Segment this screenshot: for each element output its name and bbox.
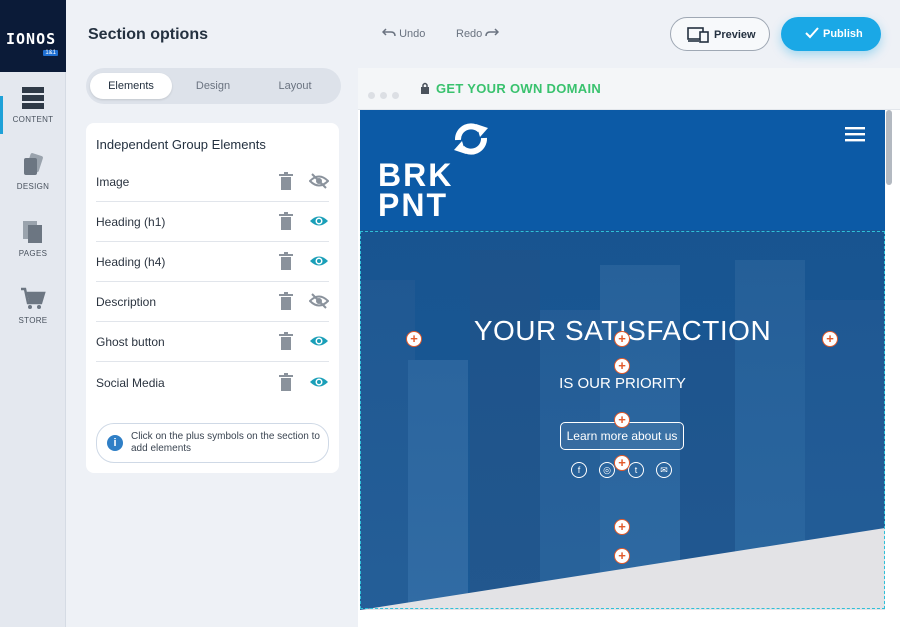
logo-badge: 1&1 [43, 50, 58, 56]
devices-icon [687, 27, 709, 43]
trash-icon[interactable] [278, 172, 294, 190]
window-dots [368, 86, 404, 104]
trash-icon[interactable] [278, 212, 294, 230]
hint-box: i Click on the plus symbols on the secti… [96, 423, 329, 463]
element-label: Description [96, 295, 157, 309]
undo-button[interactable]: Undo [381, 28, 426, 40]
add-element-plus-icon[interactable]: + [822, 331, 838, 347]
trash-icon[interactable] [278, 252, 294, 270]
cart-icon [21, 287, 46, 309]
element-label: Heading (h4) [96, 255, 166, 269]
element-label: Social Media [96, 376, 165, 390]
eye-icon[interactable] [309, 212, 329, 230]
refresh-logo-icon [454, 123, 488, 155]
site-logo-line1: BRK [378, 157, 454, 193]
undo-icon [381, 28, 396, 37]
get-domain-link[interactable]: GET YOUR OWN DOMAIN [436, 81, 601, 96]
site-logo-line2: PNT [378, 187, 448, 223]
rail-item-content[interactable]: CONTENT [0, 84, 66, 144]
hero-subheading[interactable]: IS OUR PRIORITY [360, 375, 885, 392]
rail-item-store[interactable]: STORE [0, 285, 66, 345]
logo-text: IONOS [6, 30, 57, 48]
rail-item-pages[interactable]: PAGES [0, 218, 66, 278]
email-icon[interactable]: ✉ [656, 462, 672, 478]
trash-icon[interactable] [278, 373, 294, 391]
panel-tabs: Elements Design Layout [86, 68, 341, 104]
preview-button[interactable]: Preview [670, 17, 770, 51]
check-icon [805, 27, 819, 39]
element-row-heading-h4: Heading (h4) [96, 242, 329, 282]
eye-hidden-icon[interactable] [309, 172, 329, 190]
hero-section[interactable]: YOUR SATISFACTION IS OUR PRIORITY Learn … [360, 230, 885, 610]
rail-label-content: CONTENT [12, 115, 54, 124]
add-element-plus-icon[interactable]: + [614, 331, 630, 347]
site-header: BRK PNT [360, 110, 885, 230]
element-row-heading-h1: Heading (h1) [96, 202, 329, 242]
browser-urlbar: GET YOUR OWN DOMAIN [358, 68, 900, 110]
eye-icon[interactable] [309, 373, 329, 391]
element-label: Ghost button [96, 335, 165, 349]
preview-label: Preview [714, 29, 756, 41]
hamburger-menu-icon[interactable] [845, 126, 865, 142]
group-title: Independent Group Elements [96, 137, 266, 152]
instagram-icon[interactable]: ◎ [599, 462, 615, 478]
elements-card: Independent Group Elements Image Heading… [86, 123, 339, 473]
element-row-social-media: Social Media [96, 363, 329, 403]
site-logo[interactable]: BRK PNT [378, 157, 454, 223]
redo-button[interactable]: Redo [456, 28, 500, 40]
info-icon: i [107, 435, 123, 451]
element-label: Heading (h1) [96, 215, 166, 229]
tab-design[interactable]: Design [172, 73, 254, 99]
redo-label: Redo [456, 28, 483, 40]
undo-label: Undo [399, 28, 426, 40]
add-element-plus-icon[interactable]: + [614, 548, 630, 564]
twitter-icon[interactable]: t [628, 462, 644, 478]
eye-icon[interactable] [309, 252, 329, 270]
element-row-image: Image [96, 162, 329, 202]
tab-elements[interactable]: Elements [90, 73, 172, 99]
add-element-plus-icon[interactable]: + [614, 412, 630, 428]
rail-label-pages: PAGES [18, 249, 48, 258]
content-icon [22, 87, 44, 109]
redo-icon [485, 28, 500, 37]
publish-label: Publish [823, 28, 863, 40]
tab-layout[interactable]: Layout [254, 73, 336, 99]
add-element-plus-icon[interactable]: + [406, 331, 422, 347]
element-row-description: Description [96, 282, 329, 322]
site-preview: GET YOUR OWN DOMAIN BRK PNT YOUR SATISFA… [358, 68, 900, 627]
element-label: Image [96, 175, 130, 189]
design-icon [24, 153, 43, 175]
lock-icon [421, 82, 429, 94]
add-element-plus-icon[interactable]: + [614, 455, 630, 471]
pages-icon [23, 221, 42, 243]
rail-label-store: STORE [18, 316, 48, 325]
facebook-icon[interactable]: f [571, 462, 587, 478]
eye-icon[interactable] [309, 332, 329, 350]
rail-label-design: DESIGN [16, 182, 50, 191]
add-element-plus-icon[interactable]: + [614, 519, 630, 535]
left-rail: IONOS 1&1 CONTENT DESIGN PAGES STORE [0, 0, 66, 627]
hint-text: Click on the plus symbols on the section… [131, 431, 320, 454]
eye-hidden-icon[interactable] [309, 292, 329, 310]
trash-icon[interactable] [278, 292, 294, 310]
ionos-logo: IONOS 1&1 [0, 0, 66, 72]
publish-button[interactable]: Publish [781, 17, 881, 51]
add-element-plus-icon[interactable]: + [614, 358, 630, 374]
rail-item-design[interactable]: DESIGN [0, 151, 66, 211]
element-row-ghost-button: Ghost button [96, 322, 329, 362]
trash-icon[interactable] [278, 332, 294, 350]
preview-scrollbar[interactable] [886, 110, 892, 185]
panel-title: Section options [88, 26, 208, 43]
